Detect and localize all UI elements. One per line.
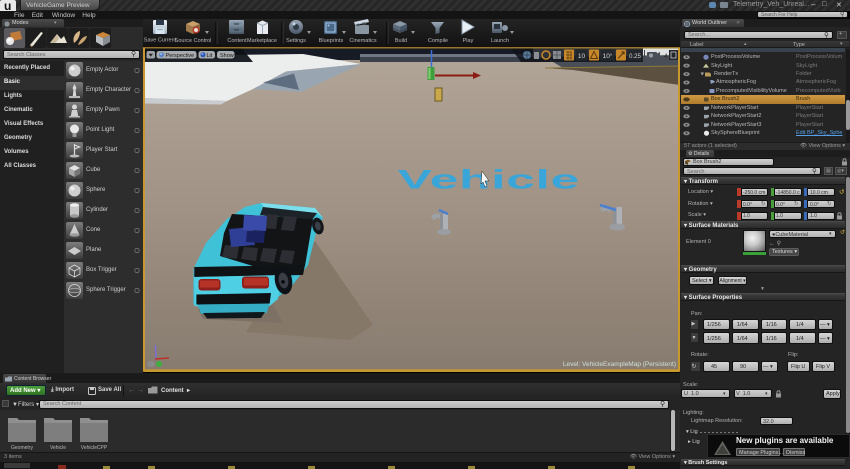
- svg-text:0.25: 0.25: [629, 54, 641, 60]
- svg-text:Save Current: Save Current: [144, 38, 177, 44]
- svg-text:Play: Play: [463, 38, 474, 44]
- svg-text:Marketplace: Marketplace: [247, 38, 277, 44]
- svg-text:Show: Show: [220, 53, 234, 59]
- svg-text:Level: VehicleExampleMap (Pers: Level: VehicleExampleMap (Persistent): [563, 361, 676, 368]
- svg-text:Geometry: Geometry: [11, 445, 33, 451]
- svg-text:Vehicle: Vehicle: [398, 164, 580, 194]
- svg-text:Blueprints: Blueprints: [319, 38, 344, 44]
- svg-text:Build: Build: [395, 38, 407, 44]
- svg-text:Compile: Compile: [428, 38, 448, 44]
- svg-text:10: 10: [578, 53, 586, 60]
- svg-text:Settings: Settings: [286, 38, 306, 44]
- svg-text:Cinematics: Cinematics: [349, 38, 376, 44]
- svg-text:Lit: Lit: [207, 53, 213, 59]
- svg-text:10°: 10°: [603, 52, 613, 60]
- svg-text:Source Control: Source Control: [175, 38, 212, 44]
- svg-text:Launch: Launch: [491, 38, 509, 44]
- svg-text:Content: Content: [227, 38, 247, 44]
- svg-text:VehicleCPP: VehicleCPP: [81, 445, 108, 451]
- svg-text:Vehicle: Vehicle: [50, 445, 66, 451]
- svg-text:Perspective: Perspective: [166, 53, 195, 59]
- svg-text:4: 4: [664, 53, 668, 60]
